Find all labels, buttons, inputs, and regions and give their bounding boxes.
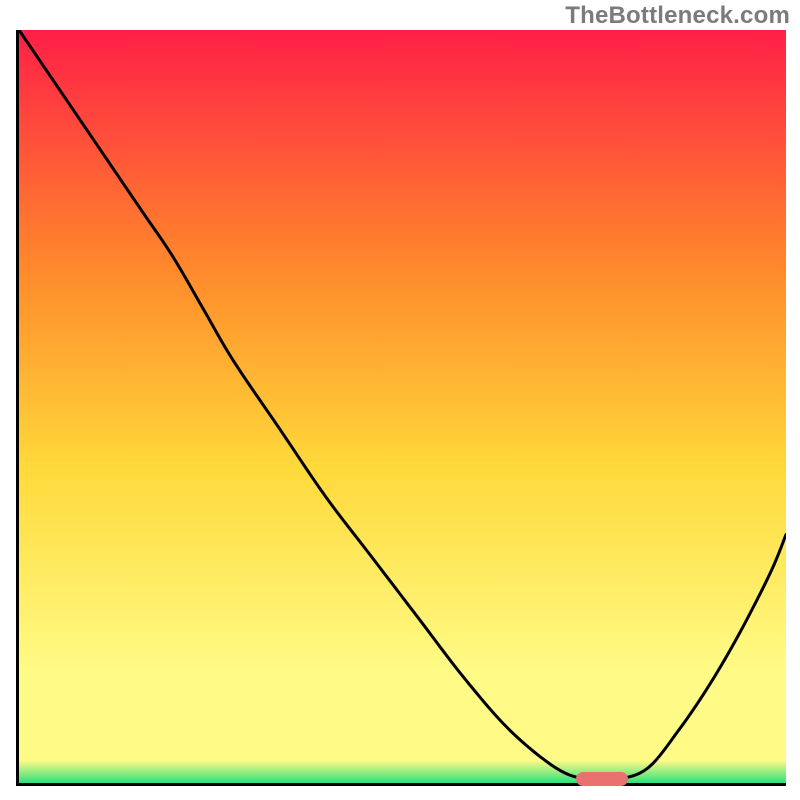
plot-area [16,30,786,786]
bottleneck-curve [19,30,786,781]
curve-layer [19,30,786,783]
plot-inner [19,30,786,783]
watermark-text: TheBottleneck.com [565,2,790,30]
chart-stage: TheBottleneck.com [0,0,800,800]
optimal-marker [576,772,628,786]
